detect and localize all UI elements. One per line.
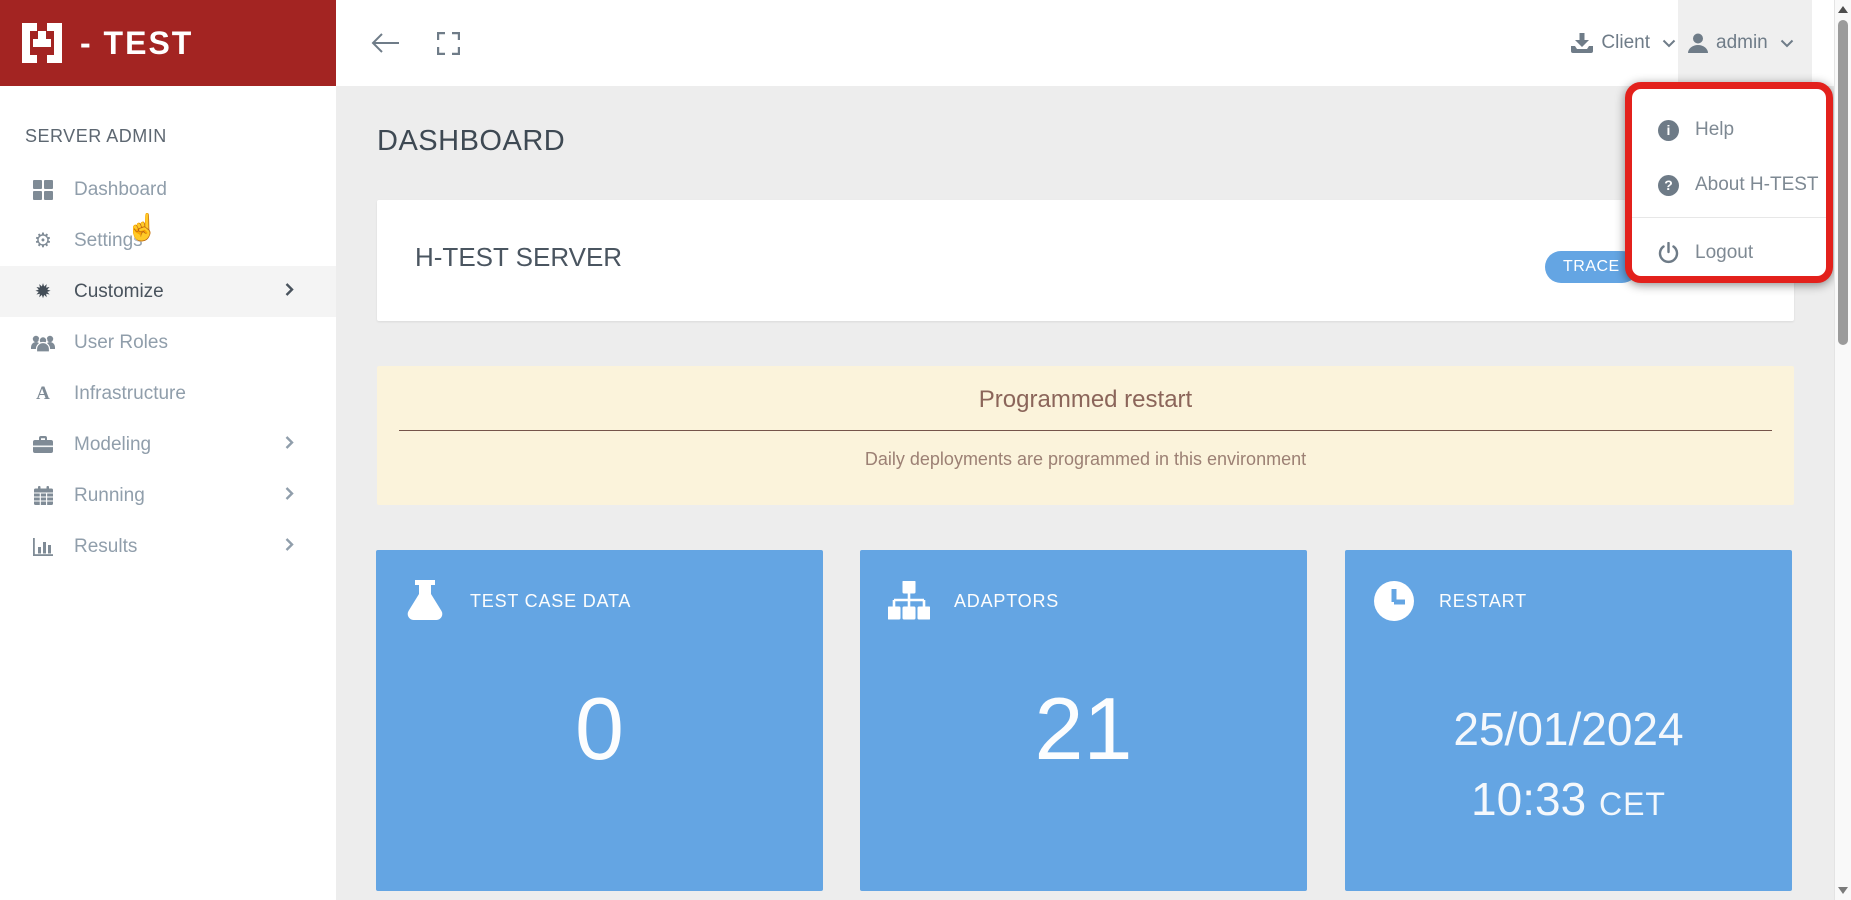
stat-card-label: TEST CASE DATA: [470, 591, 631, 612]
users-icon: [28, 331, 58, 355]
client-label: Client: [1601, 32, 1650, 54]
alert-message: Daily deployments are programmed in this…: [377, 449, 1794, 470]
sidebar-item-label: Results: [74, 536, 137, 558]
back-button[interactable]: [360, 0, 412, 86]
stat-card-label: ADAPTORS: [954, 591, 1059, 612]
scroll-up-arrow-icon[interactable]: [1838, 6, 1848, 13]
server-card-title: H-TEST SERVER: [415, 242, 622, 273]
power-icon: [1658, 242, 1679, 264]
alert-title: Programmed restart: [377, 386, 1794, 414]
chevron-right-icon: [285, 282, 294, 301]
sidebar-item-settings[interactable]: ⚙ Settings: [0, 215, 336, 266]
sidebar-nav: Dashboard ⚙ Settings ✹ Customize User Ro…: [0, 164, 336, 572]
brand-logo[interactable]: - TEST: [0, 0, 336, 86]
page-title: DASHBOARD: [377, 125, 565, 158]
sidebar-item-running[interactable]: Running: [0, 470, 336, 521]
fullscreen-icon[interactable]: [424, 0, 472, 86]
server-card: H-TEST SERVER TRACE: [377, 200, 1794, 321]
menu-item-about[interactable]: ? About H-TEST: [1632, 166, 1826, 204]
menu-item-label: Logout: [1695, 242, 1753, 264]
sitemap-icon: [888, 580, 930, 622]
restart-timezone: CET: [1599, 786, 1666, 822]
app-root: - TEST SERVER ADMIN Dashboard ⚙ Settings…: [0, 0, 1851, 900]
user-label: admin: [1716, 32, 1768, 54]
chevron-right-icon: [285, 435, 294, 454]
sidebar-item-label: Modeling: [74, 434, 151, 456]
vertical-scrollbar[interactable]: [1834, 0, 1851, 900]
stat-card-test-case-data[interactable]: TEST CASE DATA 0: [376, 550, 823, 891]
grid-icon: [28, 178, 58, 202]
menu-item-logout[interactable]: Logout: [1632, 234, 1826, 272]
menu-divider: [1632, 217, 1826, 218]
h-brackets-icon: [20, 21, 64, 65]
sidebar-item-label: User Roles: [74, 332, 168, 354]
user-dropdown[interactable]: admin: [1678, 0, 1812, 86]
stat-card-adaptors[interactable]: ADAPTORS 21: [860, 550, 1307, 891]
stat-card-label: RESTART: [1439, 591, 1527, 612]
sidebar-item-dashboard[interactable]: Dashboard: [0, 164, 336, 215]
sidebar-item-label: Dashboard: [74, 179, 167, 201]
sidebar-item-infrastructure[interactable]: A Infrastructure: [0, 368, 336, 419]
bar-chart-icon: [28, 535, 58, 559]
scrollbar-thumb[interactable]: [1838, 20, 1848, 345]
sidebar-item-label: Customize: [74, 281, 164, 303]
clock-icon: [1373, 580, 1415, 622]
sidebar: - TEST SERVER ADMIN Dashboard ⚙ Settings…: [0, 0, 336, 900]
client-dropdown[interactable]: Client: [1571, 0, 1676, 86]
download-icon: [1571, 33, 1593, 53]
sidebar-item-label: Infrastructure: [74, 383, 186, 405]
info-circle-icon: i: [1658, 120, 1679, 141]
stat-card-restart[interactable]: RESTART 25/01/2024 10:33 CET: [1345, 550, 1792, 891]
sidebar-item-modeling[interactable]: Modeling: [0, 419, 336, 470]
calendar-icon: [28, 484, 58, 508]
sidebar-section-label: SERVER ADMIN: [25, 126, 167, 147]
cog-burst-icon: ✹: [28, 280, 58, 304]
sidebar-item-user-roles[interactable]: User Roles: [0, 317, 336, 368]
gear-icon: ⚙: [28, 229, 58, 253]
sidebar-item-results[interactable]: Results: [0, 521, 336, 572]
scroll-down-arrow-icon[interactable]: [1838, 887, 1848, 894]
brand-title: - TEST: [80, 25, 193, 62]
alert-divider: [399, 430, 1772, 431]
chevron-right-icon: [285, 537, 294, 556]
stat-card-value: 21: [860, 678, 1307, 780]
topbar: Client admin: [336, 0, 1834, 86]
programmed-restart-alert: Programmed restart Daily deployments are…: [377, 366, 1794, 505]
restart-date: 25/01/2024: [1345, 702, 1792, 756]
user-menu-highlighted: i Help ? About H-TEST Logout: [1625, 82, 1833, 283]
chevron-down-icon: [1662, 39, 1676, 48]
question-circle-icon: ?: [1658, 175, 1679, 196]
menu-item-help[interactable]: i Help: [1632, 111, 1826, 149]
briefcase-icon: [28, 433, 58, 457]
restart-time-value: 10:33: [1471, 773, 1586, 825]
menu-item-label: Help: [1695, 119, 1734, 141]
chevron-down-icon: [1780, 39, 1794, 48]
user-icon: [1688, 33, 1708, 53]
menu-item-label: About H-TEST: [1695, 174, 1819, 196]
restart-time: 10:33 CET: [1345, 772, 1792, 826]
sidebar-item-label: Settings: [74, 230, 143, 252]
sidebar-item-customize[interactable]: ✹ Customize: [0, 266, 336, 317]
sidebar-item-label: Running: [74, 485, 145, 507]
stat-card-value: 0: [376, 678, 823, 780]
flask-icon: [404, 580, 446, 622]
chevron-right-icon: [285, 486, 294, 505]
trace-badge[interactable]: TRACE: [1545, 251, 1638, 283]
map-signs-icon: A: [28, 382, 58, 406]
